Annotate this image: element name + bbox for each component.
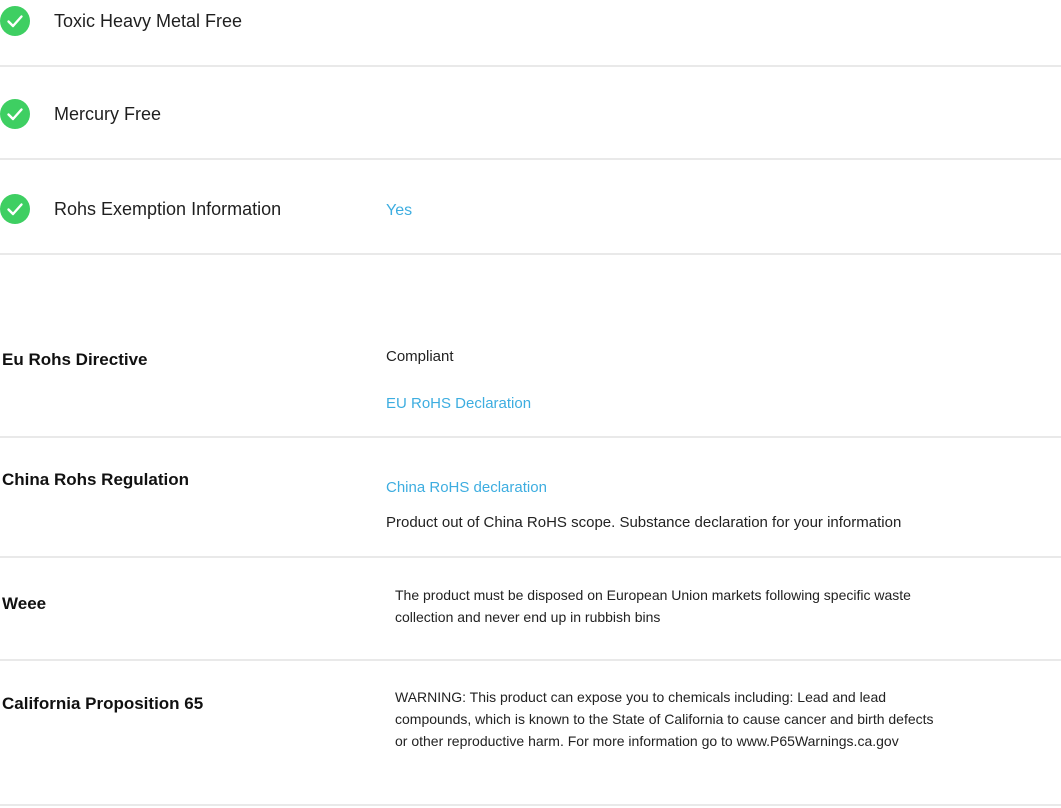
china-rohs-declaration-link[interactable]: China RoHS declaration	[386, 478, 547, 498]
checkmark-circle-icon	[0, 6, 30, 36]
divider	[0, 65, 1061, 67]
regulation-label: Weee	[2, 594, 47, 613]
divider	[0, 659, 1061, 661]
compliance-status: Compliant	[386, 348, 454, 365]
china-rohs-note: Product out of China RoHS scope. Substan…	[386, 514, 902, 531]
prop65-warning-text: WARNING: This product can expose you to …	[395, 689, 934, 749]
divider	[0, 158, 1061, 160]
divider	[0, 556, 1061, 558]
regulation-label: California Proposition 65	[2, 694, 204, 713]
divider	[0, 804, 1061, 806]
divider	[0, 253, 1061, 255]
divider	[0, 436, 1061, 438]
weee-text: The product must be disposed on European…	[395, 587, 911, 625]
regulation-label: China Rohs Regulation	[2, 470, 189, 489]
feature-label: Rohs Exemption Information	[54, 199, 282, 219]
checkmark-circle-icon	[0, 194, 30, 224]
regulation-label: Eu Rohs Directive	[2, 350, 148, 369]
checkmark-circle-icon	[0, 99, 30, 129]
feature-label: Toxic Heavy Metal Free	[54, 11, 243, 31]
feature-value: Yes	[386, 202, 413, 219]
eu-rohs-declaration-link[interactable]: EU RoHS Declaration	[386, 394, 531, 414]
feature-label: Mercury Free	[54, 104, 162, 124]
